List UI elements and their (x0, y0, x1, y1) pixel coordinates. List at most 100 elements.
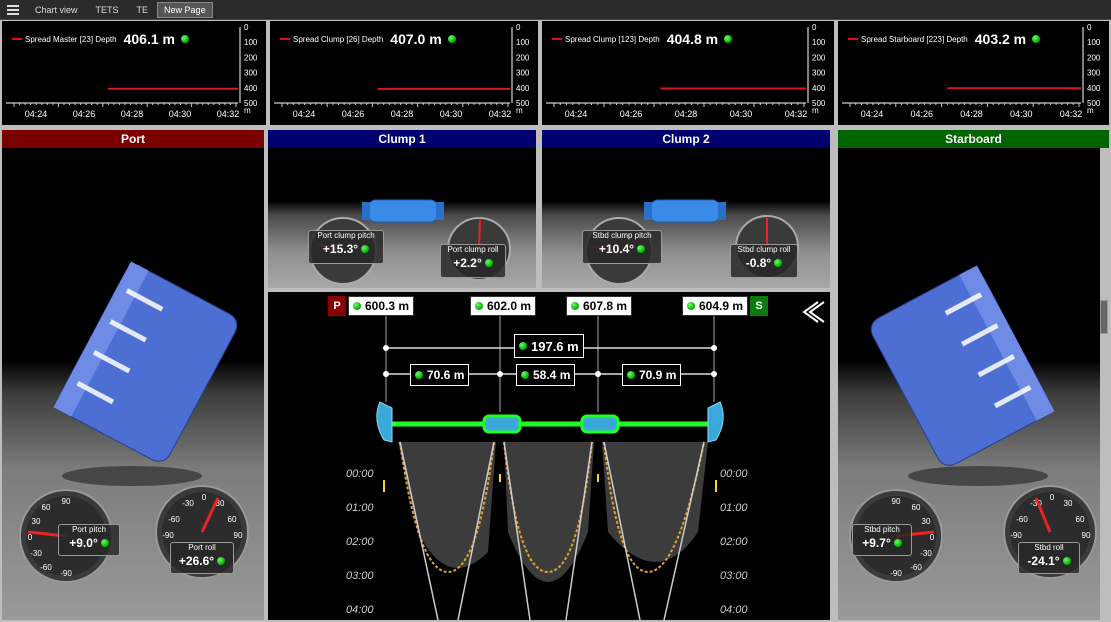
clump2-to-stbd-distance: 70.9 m (622, 364, 682, 386)
tab-te[interactable]: TE (128, 0, 158, 20)
section-header-starboard: Starboard (838, 130, 1109, 148)
x-tick-label: 04:32 (1060, 109, 1083, 119)
x-tick-label: 04:26 (910, 109, 933, 119)
depth-chart-spread-clump-26[interactable]: 04:24 04:26 04:28 04:30 04:32 0 100 200 300 400 50… (270, 21, 538, 125)
time-label-left: 04:00 (346, 604, 374, 616)
x-tick-label: 04:32 (489, 109, 512, 119)
status-led-icon (415, 371, 423, 379)
dial-tick: 30 (32, 517, 41, 526)
time-label-right: 00:00 (720, 468, 748, 480)
section-header-clump2: Clump 2 (542, 130, 830, 148)
side-drawer-handle[interactable] (1100, 300, 1108, 334)
port-clump-pitch-readout: Port clump pitch +15.3° (308, 230, 384, 264)
dial-tick: -90 (890, 569, 902, 578)
depth-chart-spread-master[interactable]: 04:24 04:26 04:28 04:30 04:32 0 100 200 300 400 50… (2, 21, 266, 125)
depth-chart-spread-clump-123[interactable]: 04:24 04:26 04:28 04:30 04:32 0 100 200 300 400 50… (542, 21, 834, 125)
time-label-right: 01:00 (720, 502, 748, 514)
tab-new-page[interactable]: New Page (157, 1, 213, 18)
dial-tick: -30 (30, 549, 42, 558)
x-tick-label: 04:28 (960, 109, 983, 119)
status-led-icon (180, 35, 189, 43)
status-led-icon (687, 302, 695, 310)
dial-tick: -60 (910, 563, 922, 572)
x-tick-label: 04:28 (391, 109, 414, 119)
y-tick-label: 200 (516, 53, 530, 62)
starboard-door-view[interactable]: 90 60 30 0 -30 -60 -90 Stbd pitch +9.7° … (838, 148, 1100, 620)
chart-value: 404.8 m (666, 31, 719, 47)
dial-tick: 30 (922, 517, 931, 526)
status-led-icon (447, 35, 456, 43)
hamburger-menu-icon[interactable] (0, 0, 26, 20)
status-led-icon (1032, 35, 1041, 43)
time-label-right: 04:00 (720, 604, 748, 616)
dial-tick: 60 (1076, 515, 1085, 524)
y-tick-label: 300 (1087, 69, 1101, 78)
y-tick-label: 100 (516, 38, 530, 47)
time-label-left: 00:00 (346, 468, 374, 480)
starboard-tag: S (750, 296, 768, 316)
dial-tick: 0 (930, 533, 935, 542)
net-geometry-view[interactable]: 00:00 01:00 02:00 03:00 04:00 00:00 01:0… (268, 292, 830, 620)
port-clump-roll-readout: Port clump roll +2.2° (440, 244, 506, 278)
tab-chart-view[interactable]: Chart view (26, 0, 87, 20)
clump1-to-clump2-distance: 58.4 m (516, 364, 576, 386)
y-tick-label: 300 (516, 69, 530, 78)
x-tick-label: 04:30 (730, 109, 753, 119)
status-led-icon (893, 538, 902, 547)
stbd-clump-roll-readout: Stbd clump roll -0.8° (730, 244, 798, 278)
status-led-icon (484, 258, 493, 267)
port-pitch-readout: Port pitch +9.0° (58, 524, 120, 556)
clump1-depth: 602.0 m (470, 296, 537, 316)
dial-tick: 0 (28, 533, 33, 542)
y-tick-label: 300 (812, 69, 826, 78)
x-tick-label: 04:32 (785, 109, 808, 119)
x-tick-label: 04:26 (620, 109, 643, 119)
status-led-icon (571, 302, 579, 310)
dial-tick: -90 (60, 569, 72, 578)
dial-tick: 90 (892, 497, 901, 506)
clump2-view[interactable]: Stbd clump pitch +10.4° Stbd clump roll … (542, 148, 830, 288)
section-header-clump1: Clump 1 (268, 130, 536, 148)
chart-label: Spread Starboard [223] Depth (861, 34, 968, 44)
y-tick-label: 100 (244, 38, 258, 47)
depth-chart-spread-starboard[interactable]: 04:24 04:26 04:28 04:30 04:32 0 100 200 300 400 50… (838, 21, 1109, 125)
time-label-left: 01:00 (346, 502, 374, 514)
dial-tick: 90 (234, 531, 243, 540)
chart-label: Spread Master [23] Depth (25, 34, 117, 44)
x-tick-label: 04:32 (217, 109, 240, 119)
port-door-view[interactable]: 90 60 30 0 -30 -60 -90 Port pitch +9.0° … (2, 148, 264, 620)
y-unit-label: m (516, 106, 523, 115)
x-tick-label: 04:26 (73, 109, 96, 119)
status-led-icon (637, 244, 646, 253)
x-tick-label: 04:28 (121, 109, 144, 119)
chart-value: 407.0 m (390, 31, 442, 47)
y-unit-label: m (812, 106, 819, 115)
clump2-depth: 607.8 m (566, 296, 633, 316)
dial-tick: 0 (1050, 493, 1055, 502)
status-led-icon (475, 302, 483, 310)
y-tick-label: 200 (1087, 53, 1101, 62)
port-to-clump1-distance: 70.6 m (410, 364, 470, 386)
chart-label: Spread Clump [123] Depth (565, 34, 660, 44)
clump1-view[interactable]: Port clump pitch +15.3° Port clump roll … (268, 148, 536, 288)
port-door-depth: 600.3 m (348, 296, 415, 316)
x-tick-label: 04:30 (1010, 109, 1033, 119)
x-tick-label: 04:30 (169, 109, 192, 119)
port-roll-readout: Port roll +26.6° (170, 542, 234, 574)
x-tick-label: 04:24 (565, 109, 588, 119)
tab-tets[interactable]: TETS (87, 0, 128, 20)
y-unit-label: m (244, 106, 251, 115)
chart-value: 403.2 m (974, 31, 1027, 47)
y-tick-label: 0 (516, 23, 521, 32)
y-tick-label: 400 (516, 84, 530, 93)
x-tick-label: 04:28 (675, 109, 698, 119)
dial-tick: -60 (40, 563, 52, 572)
status-led-icon (361, 244, 370, 253)
dial-tick: 90 (62, 497, 71, 506)
y-tick-label: 200 (244, 53, 258, 62)
status-led-icon (100, 538, 109, 547)
y-tick-label: 0 (244, 23, 249, 32)
dial-tick: 0 (202, 493, 207, 502)
status-led-icon (1062, 556, 1071, 565)
stbd-clump-pitch-readout: Stbd clump pitch +10.4° (582, 230, 662, 264)
